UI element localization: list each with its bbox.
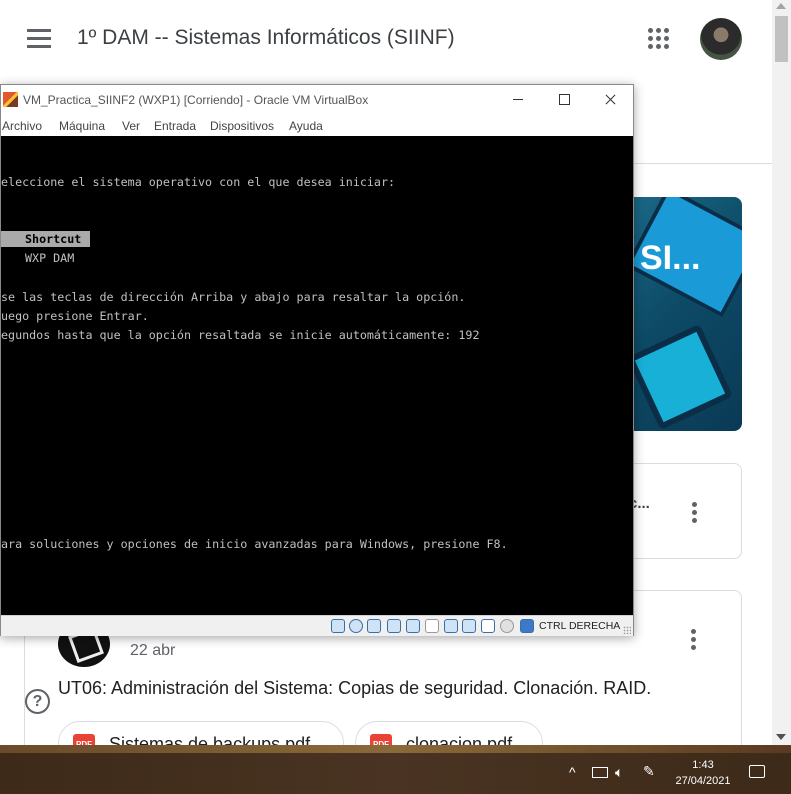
classroom-header: 1º DAM -- Sistemas Informáticos (SIINF) (0, 0, 772, 80)
post-title: UT06: Administración del Sistema: Copias… (58, 678, 652, 698)
banner-text: SI... (640, 239, 701, 277)
boot-countdown: egundos hasta que la opción resaltada se… (1, 328, 480, 342)
hamburger-menu-icon[interactable] (27, 29, 52, 49)
window-title: VM_Practica_SIINF2 (WXP1) [Corriendo] - … (23, 93, 369, 107)
boot-advanced-hint: ara soluciones y opciones de inicio avan… (1, 537, 508, 551)
more-options-icon[interactable] (691, 502, 697, 524)
pen-tray-icon[interactable]: ✎ (643, 763, 655, 780)
vt-x-icon[interactable] (481, 619, 495, 633)
virtualbox-app-icon (3, 92, 18, 107)
user-avatar[interactable] (700, 18, 742, 60)
resize-grip[interactable] (623, 626, 631, 634)
scroll-up-arrow-icon[interactable] (776, 3, 786, 9)
boot-option-shortcut[interactable]: Shortcut (25, 232, 81, 246)
tray-overflow-chevron-icon[interactable]: ^ (569, 764, 576, 780)
keyboard-icon[interactable] (520, 619, 534, 633)
apps-grid-icon[interactable] (648, 28, 670, 50)
mouse-integration-icon[interactable] (500, 619, 514, 633)
post-date: 22 abr (130, 642, 176, 659)
recording-icon[interactable] (462, 619, 476, 633)
maximize-button[interactable] (541, 85, 587, 114)
network-icon[interactable] (387, 619, 401, 633)
audio-icon[interactable] (367, 619, 381, 633)
menu-ver[interactable]: Ver (122, 119, 140, 133)
boot-instructions-keys: se las teclas de dirección Arriba y abaj… (1, 290, 466, 304)
host-key-label: CTRL DERECHA (539, 620, 621, 632)
window-titlebar[interactable]: VM_Practica_SIINF2 (WXP1) [Corriendo] - … (1, 85, 633, 114)
clock-date[interactable]: 27/04/2021 (670, 775, 736, 787)
menu-archivo[interactable]: Archivo (2, 119, 42, 133)
help-icon[interactable]: ? (25, 689, 50, 714)
page-scrollbar[interactable] (772, 0, 791, 745)
menu-bar: Archivo Máquina Ver Entrada Dispositivos… (1, 114, 633, 136)
usb-icon[interactable] (406, 619, 420, 633)
vm-display[interactable]: eleccione el sistema operativo con el qu… (1, 136, 633, 615)
hard-disk-icon[interactable] (331, 619, 345, 633)
network-tray-icon[interactable] (592, 767, 608, 778)
desktop-background (0, 745, 791, 753)
volume-tray-icon[interactable]: 🔈︎ (615, 764, 623, 781)
taskbar: ^ 🔈︎ ✎ 1:43 27/04/2021 (0, 753, 791, 794)
course-title[interactable]: 1º DAM -- Sistemas Informáticos (SIINF) (77, 26, 455, 50)
notifications-icon[interactable] (749, 765, 765, 778)
menu-entrada[interactable]: Entrada (154, 119, 196, 133)
minimize-button[interactable] (495, 85, 541, 114)
menu-ayuda[interactable]: Ayuda (289, 119, 323, 133)
boot-menu-header: eleccione el sistema operativo con el qu… (1, 175, 396, 189)
display-icon[interactable] (444, 619, 458, 633)
optical-drive-icon[interactable] (349, 619, 363, 633)
close-button[interactable] (587, 85, 633, 114)
virtualbox-window[interactable]: VM_Practica_SIINF2 (WXP1) [Corriendo] - … (0, 84, 634, 636)
boot-instructions-enter: uego presione Entrar. (1, 309, 149, 323)
menu-maquina[interactable]: Máquina (59, 119, 105, 133)
scroll-down-arrow-icon[interactable] (776, 734, 786, 740)
post-more-options-icon[interactable] (690, 629, 696, 651)
status-bar: CTRL DERECHA (1, 615, 633, 636)
clock-time[interactable]: 1:43 (688, 759, 718, 771)
scroll-thumb[interactable] (775, 16, 788, 62)
menu-dispositivos[interactable]: Dispositivos (210, 119, 274, 133)
shared-folders-icon[interactable] (425, 619, 439, 633)
boot-option-wxp-dam[interactable]: WXP DAM (25, 251, 74, 265)
